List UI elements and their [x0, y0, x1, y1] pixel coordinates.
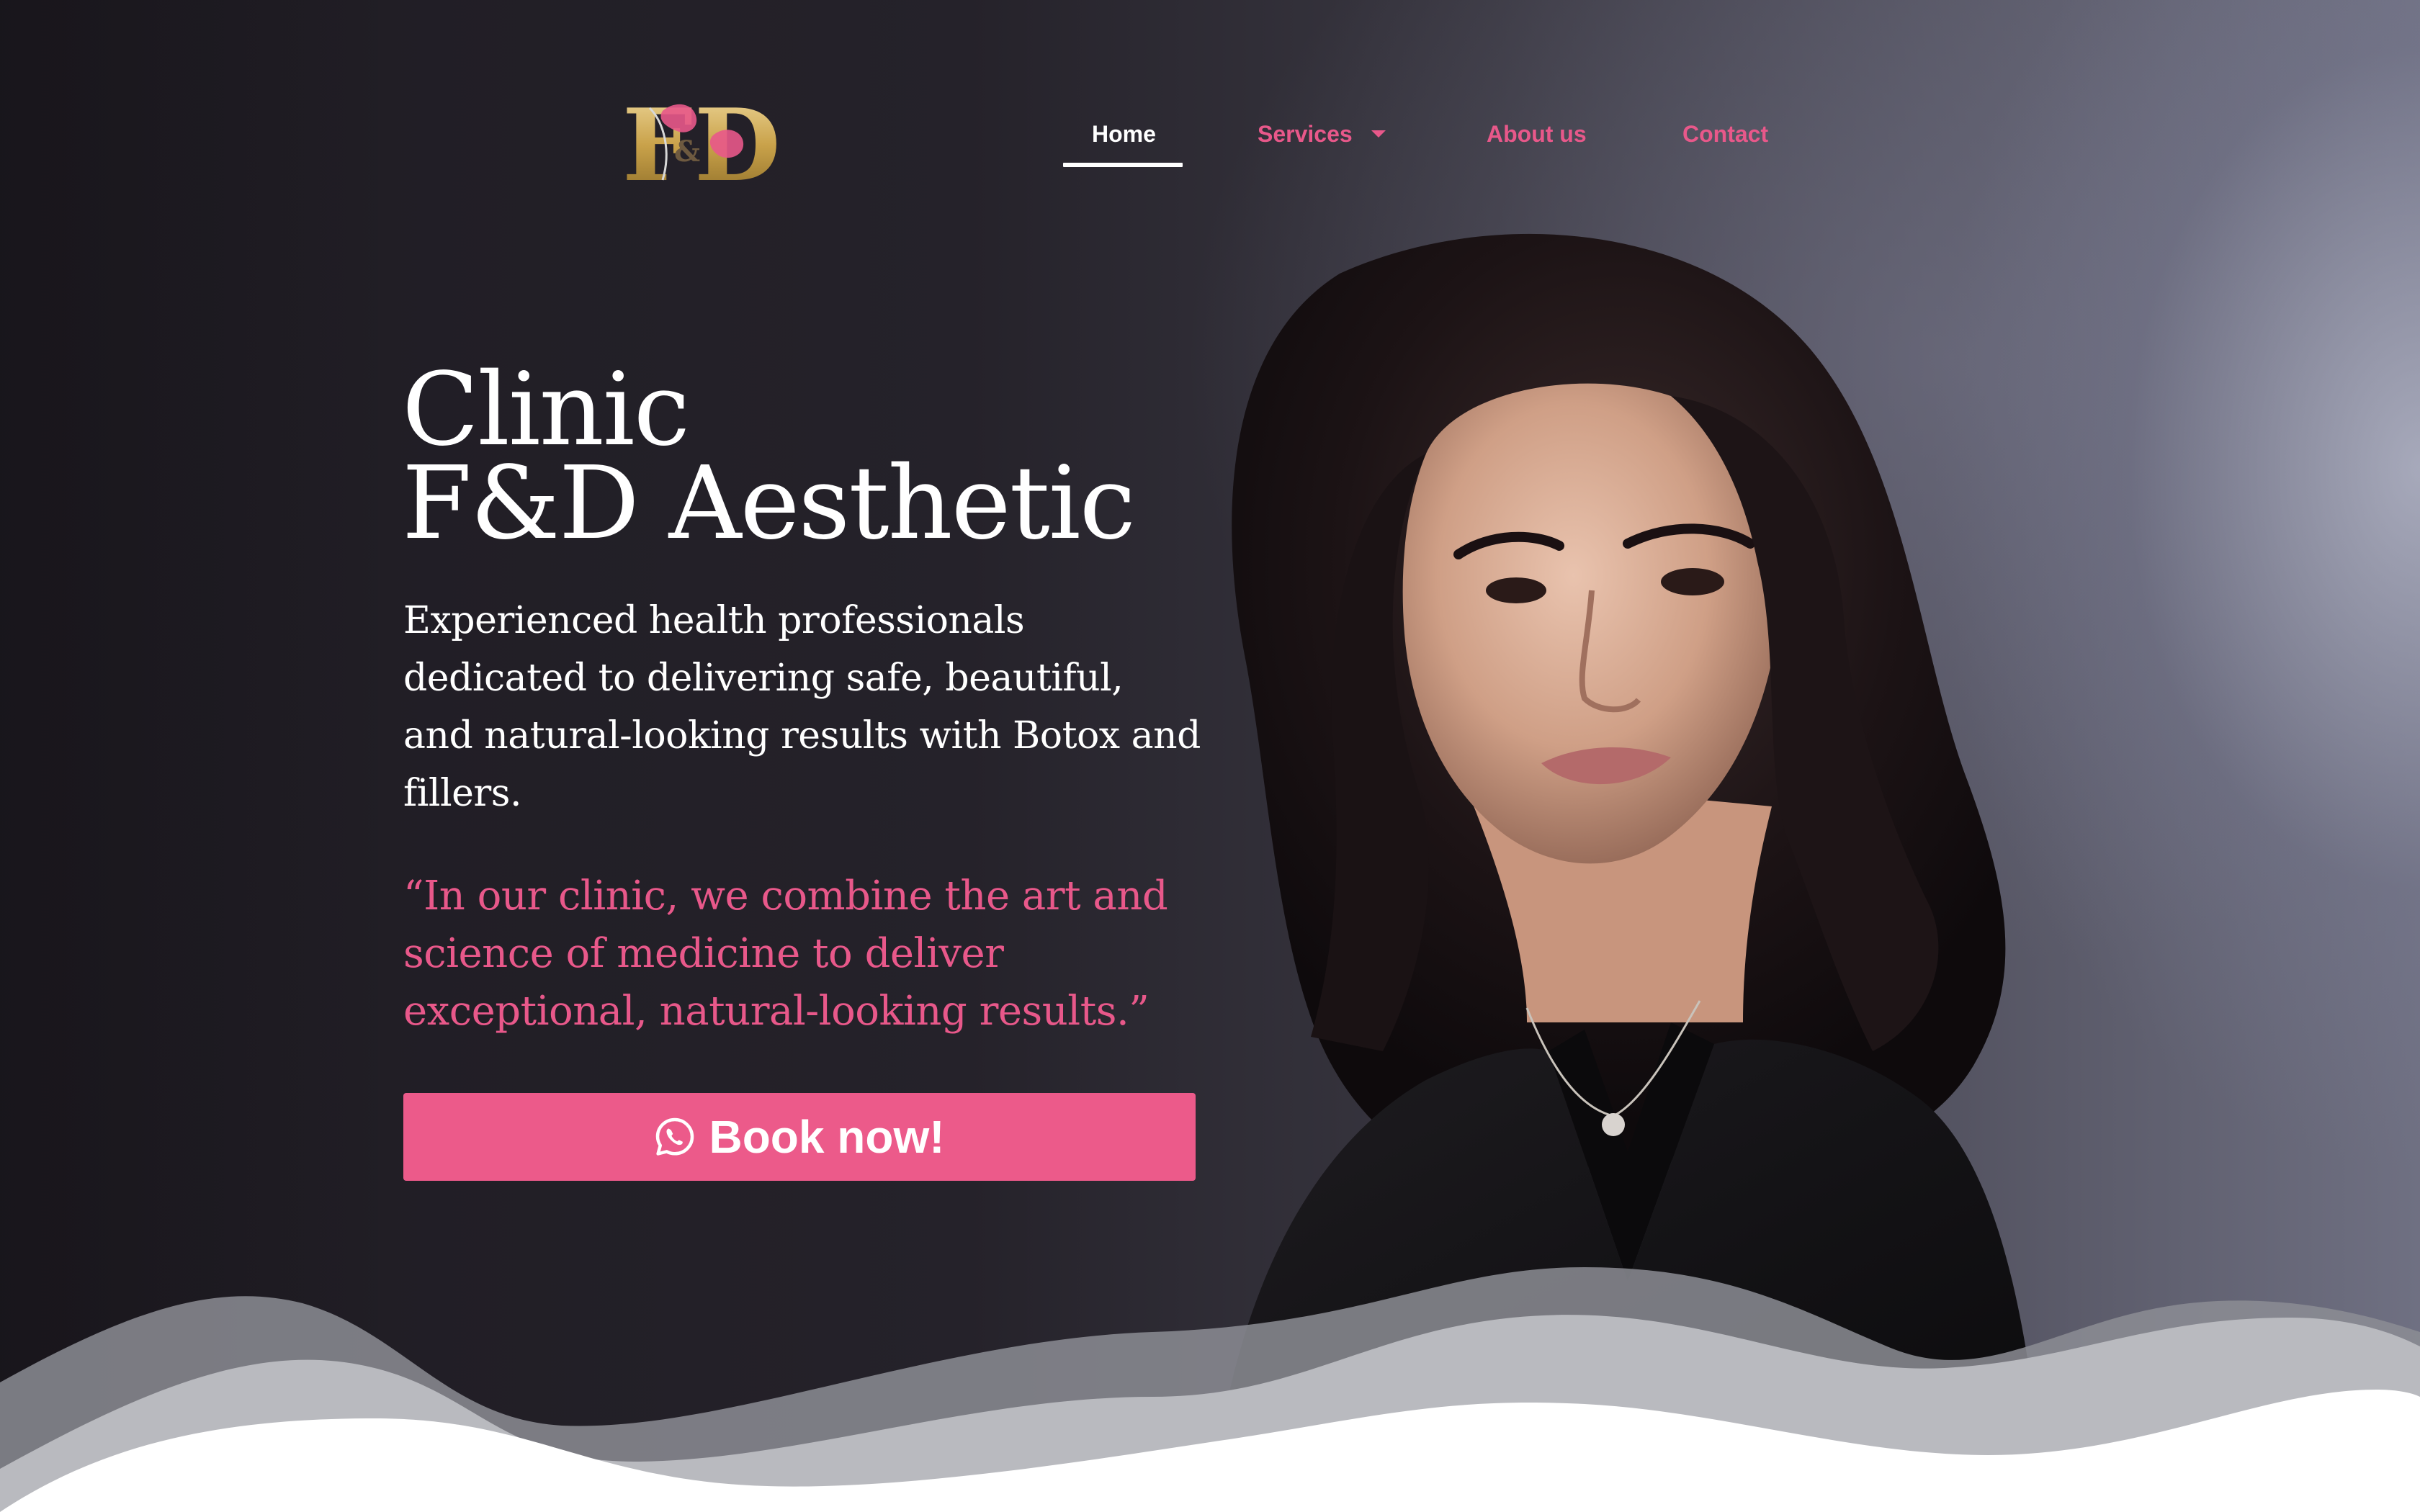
nav-about-us[interactable]: About us [1487, 121, 1587, 148]
caret-down-icon[interactable] [1371, 130, 1386, 138]
nav-contact-label: Contact [1682, 121, 1769, 147]
nav-services[interactable]: Services [1258, 121, 1386, 148]
nav-active-underline [1063, 163, 1183, 167]
hero-title-line1: Clinic [402, 351, 690, 469]
brand-logo[interactable]: F D & [621, 94, 779, 192]
nav-home[interactable]: Home [1092, 121, 1156, 148]
hero-quote: “In our clinic, we combine the art and s… [403, 873, 1168, 1035]
nav-about-label: About us [1487, 121, 1587, 147]
nav-services-label: Services [1258, 121, 1353, 147]
hero-description: Experienced health professionals dedicat… [403, 599, 1201, 815]
nav-contact[interactable]: Contact [1682, 121, 1768, 148]
book-now-label: Book now! [709, 1111, 945, 1163]
decorative-waves [0, 1267, 2420, 1512]
logo-ampersand: & [674, 135, 700, 168]
hero-title: Clinic F&D Aesthetic [402, 351, 1194, 562]
whatsapp-icon [656, 1117, 694, 1156]
book-now-button[interactable]: Book now! [403, 1093, 1196, 1181]
nav-home-label: Home [1092, 121, 1156, 147]
hero-title-line2: F&D Aesthetic [402, 445, 1136, 562]
